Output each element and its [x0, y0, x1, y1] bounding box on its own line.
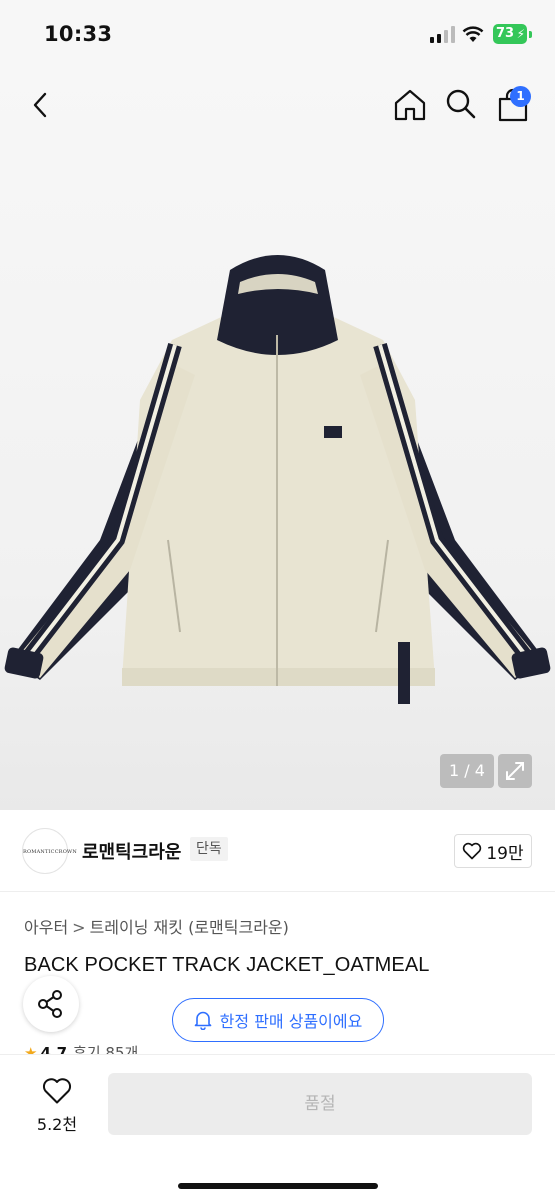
- breadcrumb-subcategory[interactable]: 트레이닝 재킷 (로맨틱크라운): [90, 918, 289, 937]
- heart-icon: [42, 1078, 72, 1104]
- back-chevron-icon[interactable]: [26, 90, 56, 120]
- home-icon[interactable]: [393, 88, 427, 122]
- heart-icon: [463, 842, 482, 860]
- product-image: [4, 255, 551, 704]
- sold-out-button[interactable]: 품절: [108, 1073, 532, 1135]
- brand-like-count: 19만: [486, 843, 524, 864]
- cellular-signal-icon: [430, 26, 455, 43]
- brand-logo-text: ROMANTICCROWN: [23, 849, 77, 855]
- breadcrumb-separator: >: [72, 918, 86, 937]
- charging-bolt-icon: ⚡: [516, 27, 525, 41]
- brand-row: ROMANTICCROWN 로맨틱크라운 단독 19만: [0, 810, 555, 892]
- limited-sale-label: 한정 판매 상품이에요: [219, 1012, 363, 1031]
- battery-indicator: 73 ⚡: [493, 24, 527, 44]
- battery-cap: [529, 31, 532, 38]
- wishlist-button[interactable]: 5.2천: [20, 1073, 94, 1137]
- bell-icon: [194, 1011, 211, 1030]
- battery-level: 73: [496, 26, 515, 41]
- home-indicator: [178, 1183, 378, 1189]
- expand-icon[interactable]: [498, 754, 532, 788]
- brand-logo[interactable]: ROMANTICCROWN: [22, 828, 77, 874]
- status-time: 10:33: [44, 22, 113, 46]
- breadcrumb: 아우터 > 트레이닝 재킷 (로맨틱크라운): [24, 914, 289, 938]
- share-icon: [38, 990, 62, 1018]
- product-title: BACK POCKET TRACK JACKET_OATMEAL: [24, 954, 430, 976]
- brand-like-button[interactable]: 19만: [454, 834, 532, 868]
- status-bar: 10:33 73 ⚡: [0, 0, 555, 70]
- bottom-action-bar: 5.2천 품절: [0, 1054, 555, 1200]
- cart-count-badge: 1: [510, 86, 531, 107]
- search-icon[interactable]: [445, 88, 477, 120]
- brand-name[interactable]: 로맨틱크라운: [82, 838, 181, 864]
- share-button[interactable]: [23, 976, 79, 1032]
- exclusive-badge: 단독: [190, 837, 228, 861]
- product-image-gallery[interactable]: 1 1 / 4: [0, 70, 555, 810]
- wifi-icon: [462, 26, 484, 42]
- image-counter: 1 / 4: [440, 754, 494, 788]
- breadcrumb-category[interactable]: 아우터: [24, 918, 68, 937]
- limited-sale-notice[interactable]: 한정 판매 상품이에요: [172, 998, 384, 1042]
- wishlist-count: 5.2천: [36, 1115, 78, 1134]
